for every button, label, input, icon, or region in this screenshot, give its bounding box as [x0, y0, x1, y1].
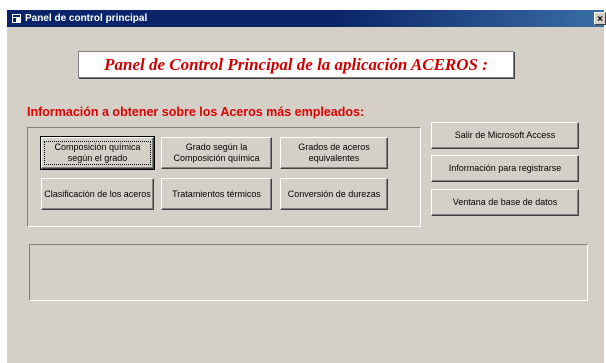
- tratamientos-termicos-label: Tratamientos térmicos: [172, 188, 261, 199]
- app-header-title: Panel de Control Principal de la aplicac…: [78, 51, 514, 78]
- salir-access-label: Salir de Microsoft Access: [454, 130, 556, 140]
- composicion-quimica-label: Composición química según el grado: [44, 141, 151, 165]
- conversion-durezas-label: Conversión de durezas: [287, 188, 381, 199]
- app-header-text: Panel de Control Principal de la aplicac…: [104, 54, 488, 74]
- composicion-quimica-button[interactable]: Composición química según el grado: [40, 136, 155, 170]
- section-label: Información a obtener sobre los Aceros m…: [27, 105, 365, 119]
- title-bar[interactable]: Panel de control principal ×: [7, 10, 606, 27]
- aceros-equivalentes-label: Grados de aceros equivalentes: [298, 142, 370, 163]
- tratamientos-termicos-button[interactable]: Tratamientos térmicos: [161, 178, 272, 210]
- ventana-base-datos-button[interactable]: Ventana de base de datos: [431, 189, 579, 216]
- conversion-durezas-button[interactable]: Conversión de durezas: [280, 178, 388, 210]
- empty-info-panel: [29, 244, 588, 301]
- main-switchboard-window: Panel de control principal × Panel de Co…: [6, 9, 606, 363]
- grado-composicion-button[interactable]: Grado según la Composición química: [161, 137, 272, 169]
- clasificacion-aceros-label: Clasificación de los aceros: [44, 188, 151, 199]
- aceros-equivalentes-button[interactable]: Grados de aceros equivalentes: [280, 137, 388, 169]
- info-registro-label: Información para registrarse: [448, 163, 562, 173]
- window-title: Panel de control principal: [25, 13, 148, 24]
- form-icon[interactable]: [12, 14, 21, 23]
- grado-composicion-label: Grado según la Composición química: [173, 142, 260, 163]
- clasificacion-aceros-button[interactable]: Clasificación de los aceros: [41, 178, 154, 210]
- ventana-base-datos-label: Ventana de base de datos: [452, 197, 558, 207]
- close-icon[interactable]: ×: [594, 12, 606, 25]
- info-registro-button[interactable]: Información para registrarse: [431, 155, 579, 182]
- salir-access-button[interactable]: Salir de Microsoft Access: [431, 122, 579, 149]
